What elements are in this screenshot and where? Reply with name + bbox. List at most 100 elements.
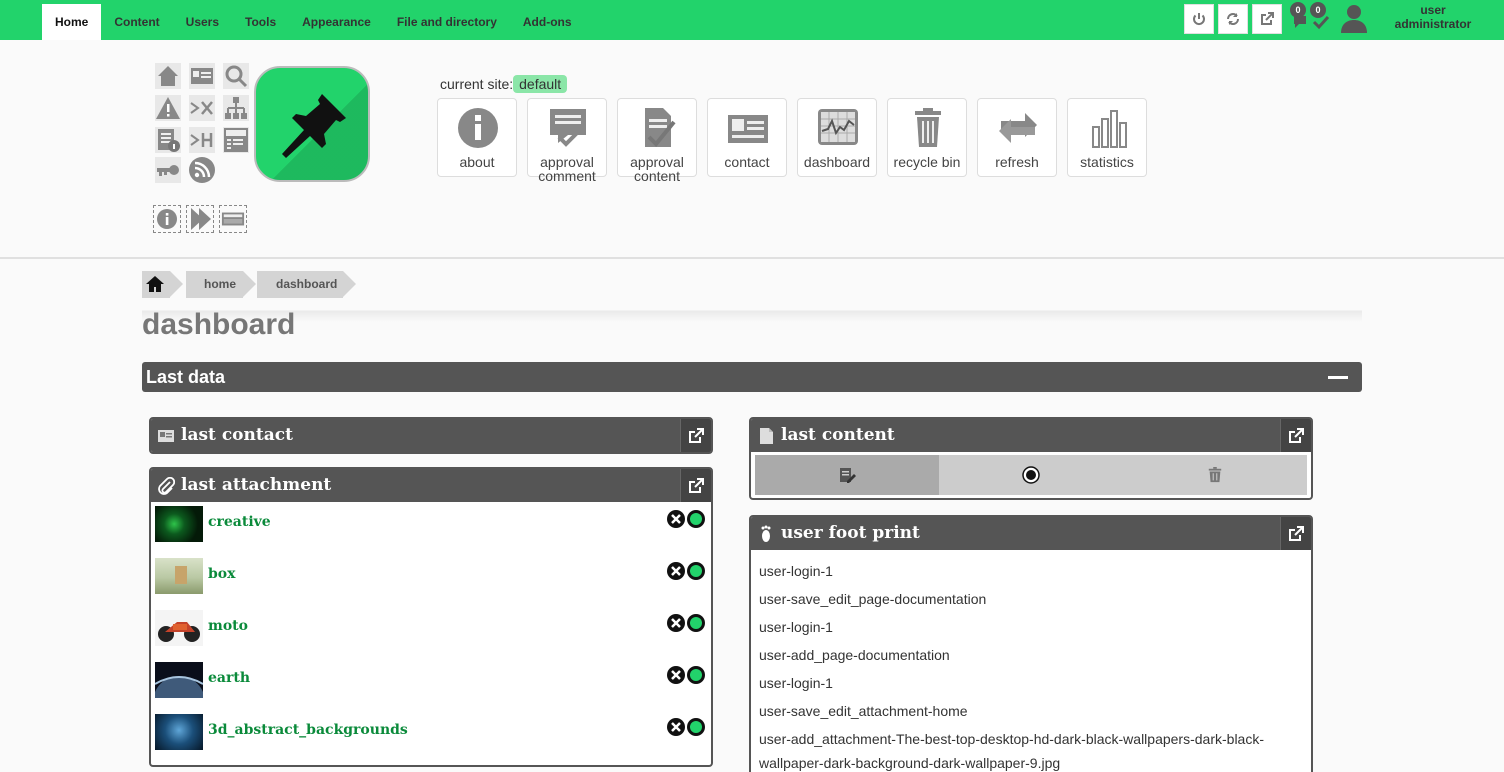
sitemap-tool[interactable]	[222, 94, 250, 122]
open-content-button[interactable]	[1280, 419, 1311, 452]
about-button[interactable]: about	[437, 98, 517, 177]
nav-tab-content[interactable]: Content	[101, 4, 172, 40]
toolbar-toggle-button[interactable]	[219, 205, 247, 233]
attachment-row: earth	[153, 662, 709, 728]
document-icon	[760, 428, 773, 444]
breadcrumb-item-dashboard[interactable]: dashboard	[257, 271, 356, 298]
panel-header: user foot print	[751, 517, 1311, 550]
top-bar: Home Content Users Tools Appearance File…	[0, 0, 1504, 40]
delete-attachment-button[interactable]	[667, 614, 685, 632]
warning-icon	[155, 95, 181, 121]
logout-button[interactable]	[1184, 4, 1214, 34]
open-footprint-button[interactable]	[1280, 517, 1311, 550]
footprint-item: user-add_page-documentation	[759, 647, 950, 663]
document-info-tool[interactable]	[154, 126, 182, 154]
section-title: Last data	[146, 367, 226, 387]
nav-tab-tools[interactable]: Tools	[232, 4, 289, 40]
user-role: administrator	[1394, 17, 1472, 31]
attachment-status-button[interactable]	[687, 510, 705, 528]
attachment-name[interactable]: earth	[208, 670, 250, 686]
external-link-icon	[1289, 525, 1304, 541]
info-toggle-button[interactable]	[153, 205, 181, 233]
nav-tab-home[interactable]: Home	[42, 4, 102, 40]
attachment-name[interactable]: 3d_abstract_backgrounds	[208, 722, 408, 738]
refresh-arrows-icon	[999, 113, 1037, 143]
open-contacts-button[interactable]	[680, 419, 711, 452]
search-tool[interactable]	[222, 62, 250, 90]
document-info-icon	[155, 127, 181, 153]
sync-button[interactable]	[1218, 4, 1248, 34]
key-icon	[155, 157, 181, 183]
delete-attachment-button[interactable]	[667, 562, 685, 580]
attachment-thumbnail[interactable]	[153, 662, 205, 728]
house-icon	[155, 63, 181, 89]
key-tool[interactable]	[154, 156, 182, 184]
user-info[interactable]: user administrator	[1392, 3, 1474, 31]
heading-tool[interactable]	[188, 126, 216, 154]
footprint-item-continued: wallpaper-dark-background-dark-wallpaper…	[759, 755, 1061, 771]
pushpin-icon	[282, 94, 346, 158]
user-avatar-icon[interactable]	[1340, 3, 1368, 33]
tab-deleted-content[interactable]	[1123, 455, 1307, 495]
replace-x-icon	[189, 95, 215, 121]
footprint-item: user-login-1	[759, 563, 833, 579]
dashboard-button[interactable]: dashboard	[797, 98, 877, 177]
id-card-tool[interactable]	[188, 62, 216, 90]
panel-title: last contact	[181, 425, 293, 445]
nav-tab-file-and-directory[interactable]: File and directory	[384, 4, 510, 40]
attachment-name[interactable]: box	[208, 566, 235, 582]
approval-content-button[interactable]: approval content	[617, 98, 697, 183]
current-site: current site: default	[440, 75, 568, 93]
nav-tab-add-ons[interactable]: Add-ons	[510, 4, 585, 40]
collapse-icon[interactable]	[1328, 376, 1348, 379]
attachment-row: box	[155, 558, 709, 596]
approval-comment-label: approval comment	[538, 154, 596, 184]
panel-title: last content	[781, 425, 895, 445]
panel-title: user foot print	[781, 523, 920, 543]
delete-attachment-button[interactable]	[667, 718, 685, 736]
breadcrumb-home[interactable]	[142, 271, 183, 298]
home-tool[interactable]	[154, 62, 182, 90]
panel-header: last attachment	[151, 469, 711, 502]
nav-tab-users[interactable]: Users	[173, 4, 232, 40]
open-attachments-button[interactable]	[680, 469, 711, 502]
play-button[interactable]	[186, 205, 214, 233]
edit-document-icon	[840, 468, 856, 483]
nav-tab-appearance[interactable]: Appearance	[289, 4, 384, 40]
attachment-status-button[interactable]	[687, 666, 705, 684]
refresh-button[interactable]: refresh	[977, 98, 1057, 177]
footprint-icon	[761, 525, 771, 542]
attachment-name[interactable]: moto	[208, 618, 248, 634]
toolbar-icon	[221, 212, 245, 226]
panel-header: last contact	[151, 419, 711, 452]
recycle-bin-button[interactable]: recycle bin	[887, 98, 967, 177]
attachment-thumbnail[interactable]	[155, 506, 203, 542]
status-dot-icon	[690, 669, 702, 681]
replace-tool[interactable]	[188, 94, 216, 122]
statistics-button[interactable]: statistics	[1067, 98, 1147, 177]
app-logo[interactable]	[254, 66, 370, 182]
rss-tool[interactable]	[188, 156, 216, 184]
attachment-thumbnail[interactable]	[155, 558, 203, 594]
comment-check-icon	[550, 109, 586, 147]
current-site-value[interactable]: default	[513, 75, 568, 93]
panel-header: last content	[751, 419, 1311, 452]
attachment-thumbnail[interactable]	[155, 610, 203, 646]
contact-button[interactable]: contact	[707, 98, 787, 177]
attachment-status-button[interactable]	[687, 614, 705, 632]
play-icon	[191, 208, 211, 230]
delete-attachment-button[interactable]	[667, 666, 685, 684]
tab-status-content[interactable]	[939, 455, 1123, 495]
xml-tool[interactable]	[222, 126, 250, 154]
attachment-status-button[interactable]	[687, 718, 705, 736]
attachment-status-button[interactable]	[687, 562, 705, 580]
attachment-name[interactable]: creative	[208, 514, 271, 530]
approval-comment-button[interactable]: approval comment	[527, 98, 607, 183]
attachment-thumbnail[interactable]	[155, 714, 203, 750]
dashboard-chart-icon	[818, 109, 858, 145]
breadcrumb-item-home[interactable]: home	[186, 271, 256, 298]
view-site-button[interactable]	[1252, 4, 1282, 34]
delete-attachment-button[interactable]	[667, 510, 685, 528]
warning-tool[interactable]	[154, 94, 182, 122]
tab-edited-content[interactable]	[755, 455, 939, 495]
